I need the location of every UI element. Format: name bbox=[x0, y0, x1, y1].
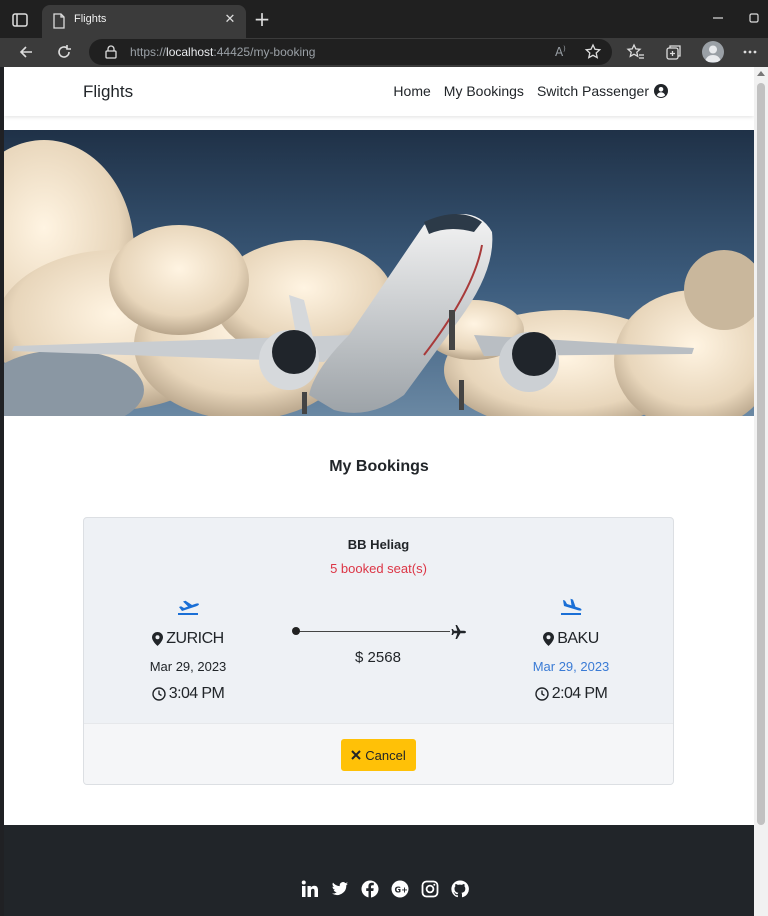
plus-icon[interactable]: + bbox=[252, 9, 272, 30]
page-scrollbar[interactable] bbox=[754, 67, 768, 916]
collections-icon[interactable] bbox=[664, 42, 684, 62]
route-origin-dot bbox=[292, 627, 300, 635]
profile-avatar-glyph bbox=[705, 45, 721, 62]
nav-links: Home My Bookings Switch Passenger bbox=[393, 83, 668, 99]
destination-time: 2:04 PM bbox=[491, 685, 651, 703]
scroll-thumb[interactable] bbox=[757, 83, 765, 825]
route-connector bbox=[296, 631, 450, 632]
origin-block: ZURICH Mar 29, 2023 3:04 PM bbox=[108, 598, 268, 703]
github-icon[interactable] bbox=[451, 880, 469, 898]
origin-city: ZURICH bbox=[108, 630, 268, 648]
add-favorite-icon[interactable] bbox=[583, 42, 603, 62]
navbar: Flights Home My Bookings Switch Passenge… bbox=[4, 67, 754, 116]
origin-date: Mar 29, 2023 bbox=[149, 659, 227, 674]
close-icon[interactable]: ✕ bbox=[222, 12, 238, 28]
hero-airplane-image bbox=[4, 130, 754, 416]
clock-icon bbox=[535, 687, 549, 701]
maximize-icon[interactable] bbox=[746, 10, 762, 26]
route-line bbox=[290, 624, 466, 640]
address-bar[interactable]: https://localhost:44425/my-booking A ) bbox=[89, 39, 612, 65]
plane-icon bbox=[451, 625, 466, 639]
more-icon[interactable] bbox=[740, 42, 760, 62]
close-icon bbox=[351, 750, 361, 760]
minimize-icon[interactable] bbox=[710, 10, 726, 26]
origin-city-name: ZURICH bbox=[166, 630, 224, 647]
booked-seats-count: 5 booked seat(s) bbox=[330, 561, 427, 576]
cancel-booking-button[interactable]: Cancel bbox=[341, 739, 416, 771]
url-text[interactable]: https://localhost:44425/my-booking bbox=[130, 45, 315, 59]
origin-time: 3:04 PM bbox=[108, 685, 268, 703]
nav-bookings-link[interactable]: My Bookings bbox=[444, 83, 524, 99]
booking-card-footer: Cancel bbox=[84, 723, 673, 784]
linkedin-icon[interactable] bbox=[301, 880, 319, 898]
back-icon[interactable] bbox=[16, 42, 36, 62]
plane-departure-icon bbox=[178, 600, 199, 615]
browser-tab[interactable]: Flights ✕ bbox=[42, 5, 246, 38]
svg-text:): ) bbox=[563, 45, 566, 53]
destination-date: Mar 29, 2023 bbox=[532, 659, 610, 674]
social-links: G+ bbox=[301, 880, 469, 898]
favorites-icon[interactable] bbox=[626, 42, 646, 62]
tab-title: Flights bbox=[74, 13, 107, 25]
user-circle-icon bbox=[654, 84, 668, 98]
nav-home-link[interactable]: Home bbox=[393, 83, 430, 99]
booking-card: BB Heliag 5 booked seat(s) ZURICH Mar 29… bbox=[83, 517, 674, 785]
tab-actions-icon[interactable] bbox=[10, 10, 30, 30]
destination-city-name: BAKU bbox=[557, 630, 599, 647]
plane-arrival-icon bbox=[561, 598, 582, 615]
instagram-icon[interactable] bbox=[421, 880, 439, 898]
page-title: My Bookings bbox=[329, 458, 429, 475]
location-pin-icon bbox=[543, 632, 555, 646]
scroll-up-arrow[interactable] bbox=[757, 71, 765, 76]
booking-price: $ 2568 bbox=[355, 649, 401, 666]
nav-switch-passenger-link[interactable]: Switch Passenger bbox=[537, 83, 668, 99]
airline-name: BB Heliag bbox=[347, 537, 410, 552]
profile-icon[interactable] bbox=[702, 41, 724, 63]
destination-city: BAKU bbox=[491, 630, 651, 648]
brand-logo[interactable]: Flights bbox=[83, 82, 133, 102]
reload-icon[interactable] bbox=[54, 42, 74, 62]
page-footer: G+ bbox=[4, 825, 754, 916]
page-viewport: Flights Home My Bookings Switch Passenge… bbox=[4, 67, 754, 916]
switch-passenger-label: Switch Passenger bbox=[536, 83, 649, 99]
svg-text:G+: G+ bbox=[395, 885, 408, 894]
google-plus-icon[interactable]: G+ bbox=[391, 880, 409, 898]
destination-time-text: 2:04 PM bbox=[551, 685, 608, 702]
clock-icon bbox=[152, 687, 166, 701]
destination-block: BAKU Mar 29, 2023 2:04 PM bbox=[491, 598, 651, 703]
lock-icon[interactable] bbox=[103, 44, 119, 60]
location-pin-icon bbox=[152, 632, 164, 646]
browser-tabstrip: Flights ✕ + bbox=[0, 0, 768, 38]
read-aloud-icon[interactable]: A ) bbox=[552, 42, 572, 62]
origin-time-text: 3:04 PM bbox=[168, 685, 225, 702]
facebook-icon[interactable] bbox=[361, 880, 379, 898]
browser-toolbar: https://localhost:44425/my-booking A ) bbox=[0, 38, 768, 67]
twitter-icon[interactable] bbox=[331, 880, 349, 898]
cancel-label: Cancel bbox=[365, 747, 406, 763]
document-icon bbox=[53, 13, 65, 29]
